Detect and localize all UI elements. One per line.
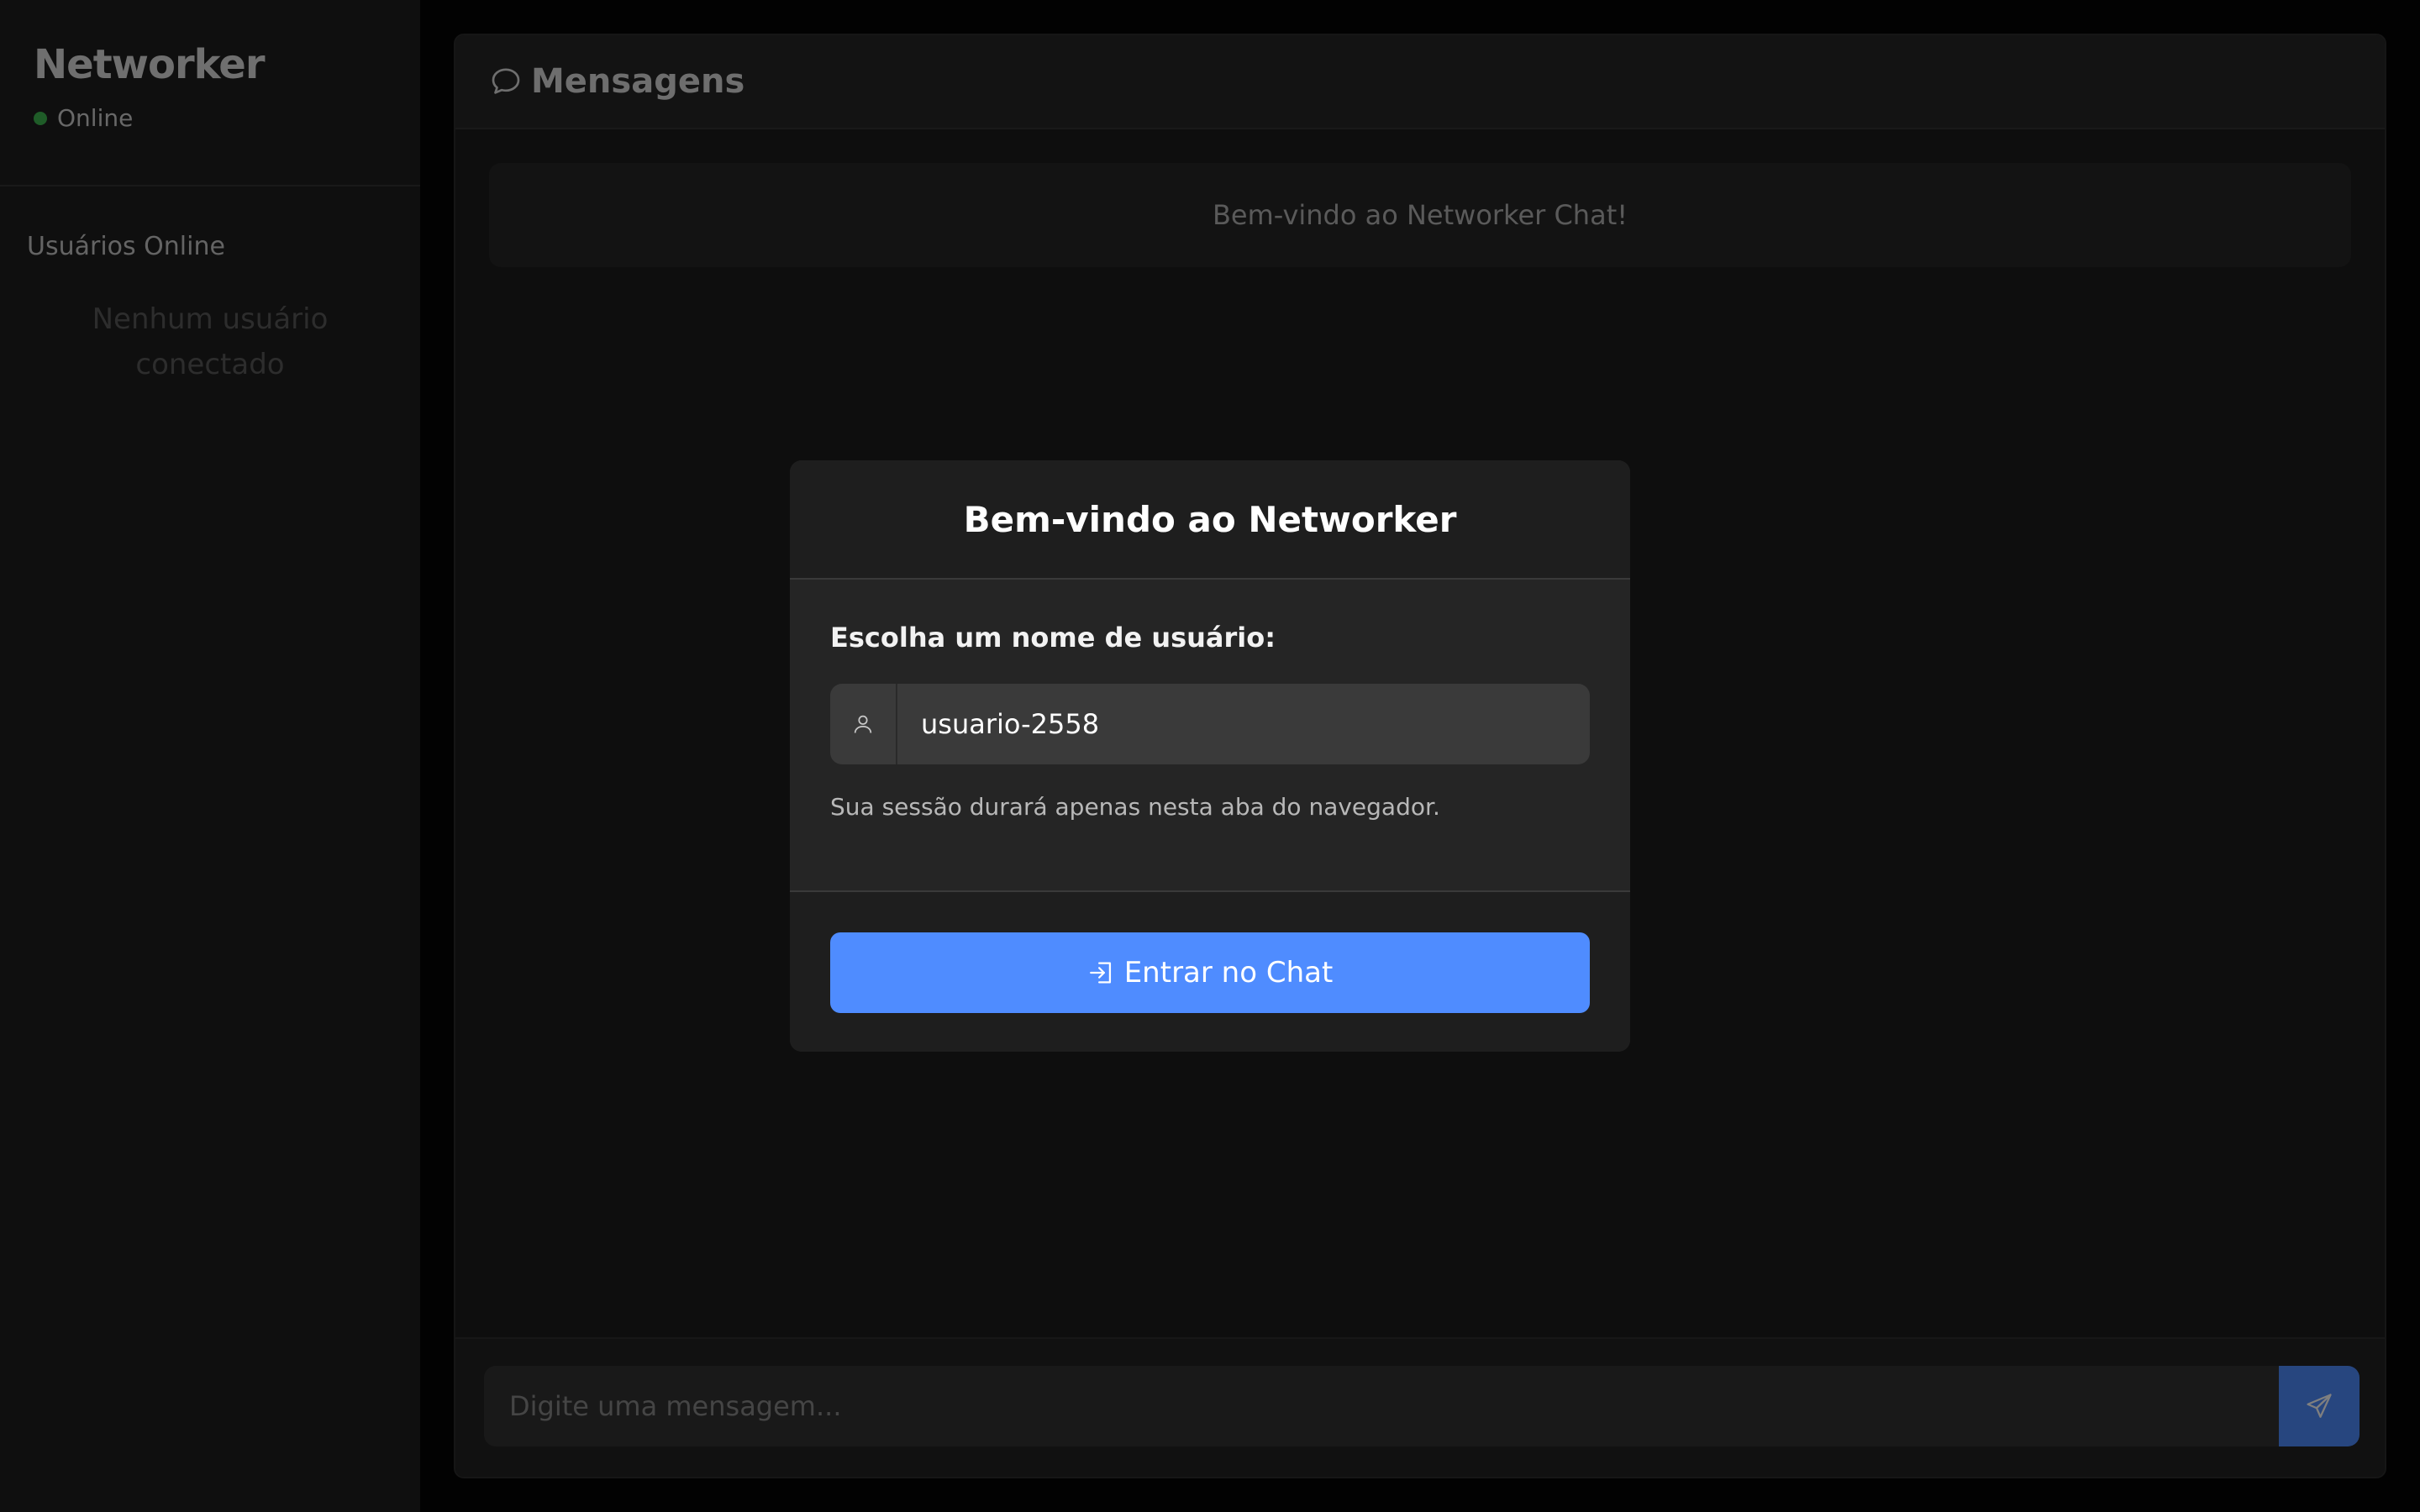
enter-chat-button[interactable]: Entrar no Chat: [830, 932, 1590, 1013]
login-modal: Bem-vindo ao Networker Escolha um nome d…: [790, 460, 1630, 1052]
username-input[interactable]: [897, 684, 1590, 764]
modal-title: Bem-vindo ao Networker: [963, 498, 1457, 540]
username-label: Escolha um nome de usuário:: [830, 622, 1276, 654]
enter-chat-label: Entrar no Chat: [1123, 956, 1334, 990]
modal-footer: Entrar no Chat: [790, 890, 1630, 1052]
login-icon: [1089, 962, 1111, 984]
modal-body: Escolha um nome de usuário: Sua sessão d…: [790, 580, 1630, 890]
user-icon: [854, 715, 872, 733]
modal-header: Bem-vindo ao Networker: [790, 460, 1630, 580]
username-addon: [830, 684, 897, 764]
session-helper-text: Sua sessão durará apenas nesta aba do na…: [830, 793, 1440, 821]
username-input-group: [830, 684, 1590, 764]
